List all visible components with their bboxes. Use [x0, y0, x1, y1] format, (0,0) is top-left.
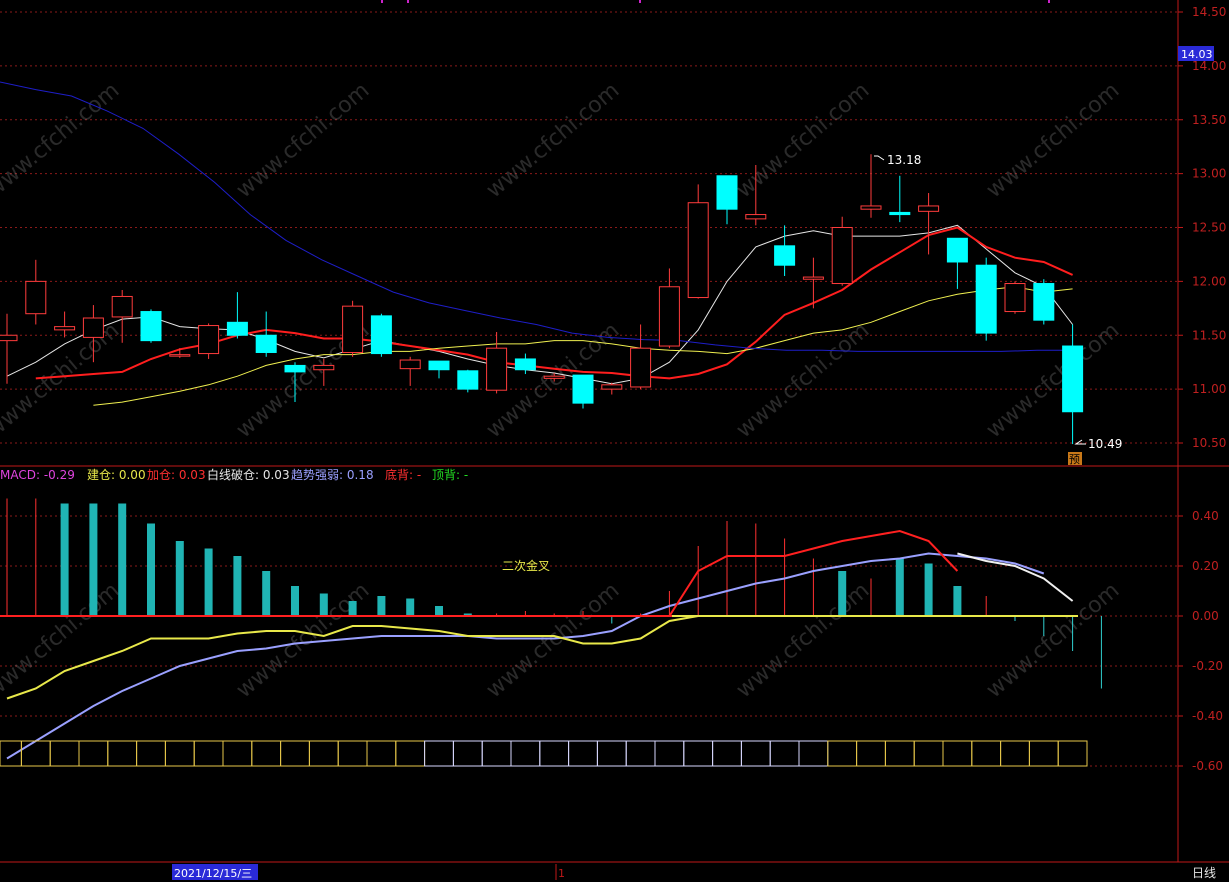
candle-body	[630, 347, 652, 388]
candle-body	[918, 205, 940, 212]
macd-histogram-bar	[118, 503, 127, 616]
candle-body	[1033, 283, 1055, 321]
macd-legend: MACD: -0.29 建仓: 0.00 加仓: 0.03 白线破仓: 0.03…	[0, 467, 468, 482]
price-tick-label: 12.50	[1192, 221, 1226, 235]
candle-body	[658, 286, 680, 347]
candle-body	[284, 364, 306, 373]
candle-body	[774, 245, 796, 266]
forecast-badge: 预	[1069, 453, 1080, 466]
price-tick-label: 12.00	[1192, 274, 1226, 288]
macd-histogram-bar	[89, 503, 98, 616]
candle-body	[716, 175, 738, 210]
candle-body	[255, 334, 277, 353]
candle-body	[25, 280, 47, 315]
candle-body	[198, 325, 220, 355]
candle-body	[687, 202, 709, 299]
price-tick-label: 14.50	[1192, 5, 1226, 19]
candle-body	[543, 375, 565, 379]
candle-body	[399, 359, 421, 370]
candle-body	[342, 305, 364, 353]
candle-body	[601, 384, 623, 390]
legend-macd: MACD: -0.29	[0, 468, 75, 482]
legend-trend-strength: 趋势强弱: 0.18	[291, 468, 374, 482]
candle-body	[54, 326, 76, 331]
price-tick-label: 11.00	[1192, 382, 1226, 396]
candle-body	[572, 374, 594, 404]
macd-histogram-bar	[233, 556, 242, 616]
macd-histogram-bar	[204, 548, 213, 616]
candle-body	[82, 317, 104, 338]
price-tick-label: 13.50	[1192, 113, 1226, 127]
candle-body	[889, 211, 911, 216]
candle-body	[946, 237, 968, 263]
macd-tick-label: 0.00	[1192, 609, 1219, 623]
candle-body	[745, 214, 767, 220]
macd-histogram-bar	[147, 523, 155, 616]
candle-body	[111, 295, 133, 318]
candle-body	[370, 315, 392, 355]
top-marker	[407, 0, 409, 3]
cursor-label: 1	[558, 867, 565, 880]
macd-histogram-bar	[175, 541, 184, 616]
macd-histogram-bar	[262, 571, 271, 616]
macd-histogram-bar	[406, 598, 415, 616]
candle-body	[169, 354, 191, 357]
legend-white-break: 白线破仓: 0.03	[207, 467, 290, 482]
candle-body	[486, 347, 508, 391]
macd-tick-label: 0.20	[1192, 559, 1219, 573]
legend-jiacang: 加仓: 0.03	[147, 468, 206, 482]
candle-body	[0, 334, 18, 342]
price-tick-label: 13.00	[1192, 167, 1226, 181]
macd-histogram-bar	[60, 503, 69, 616]
macd-histogram-bar	[319, 593, 328, 616]
macd-tick-label: -0.20	[1192, 659, 1223, 673]
macd-histogram-bar	[291, 586, 299, 616]
top-marker	[639, 0, 641, 3]
macd-tick-label: -0.60	[1192, 759, 1223, 773]
macd-histogram-bar	[838, 571, 847, 616]
candle-body	[975, 264, 997, 334]
current-price-tag: 14.03	[1181, 48, 1213, 61]
price-tick-label: 11.50	[1192, 328, 1226, 342]
low-annotation: 10.49	[1088, 437, 1122, 451]
candle-body	[313, 364, 335, 371]
candle-body	[1062, 345, 1084, 413]
macd-histogram-bar	[377, 596, 386, 616]
macd-histogram-bar	[435, 606, 443, 616]
candle-body	[831, 227, 853, 285]
candle-body	[140, 311, 162, 342]
macd-tick-label: 0.40	[1192, 509, 1219, 523]
macd-histogram-bar	[348, 601, 357, 616]
legend-bottom-divergence: 底背: -	[385, 467, 421, 482]
macd-histogram-bar	[953, 586, 962, 616]
macd-histogram-bar	[895, 558, 904, 616]
legend-jiancang: 建仓: 0.00	[87, 468, 146, 482]
candle-body	[226, 321, 248, 336]
top-marker	[1048, 0, 1050, 3]
macd-annotation: 二次金叉	[502, 558, 550, 573]
macd-histogram-bar	[924, 563, 933, 616]
candle-body	[457, 370, 479, 390]
candle-body	[1004, 283, 1026, 313]
date-label: 2021/12/15/三	[174, 867, 252, 880]
legend-top-divergence: 顶背: -	[432, 468, 468, 482]
period-label[interactable]: 日线	[1192, 866, 1216, 880]
stock-chart: www.cfchi.com www.cfchi.com www.cfchi.com w…	[0, 0, 1229, 882]
macd-tick-label: -0.40	[1192, 709, 1223, 723]
candle-body	[514, 358, 536, 371]
candle-body	[428, 360, 450, 371]
candle-body	[860, 205, 882, 210]
high-annotation: 13.18	[887, 153, 921, 167]
price-tick-label: 10.50	[1192, 436, 1226, 450]
candle-body	[802, 276, 824, 280]
top-marker	[381, 0, 383, 3]
